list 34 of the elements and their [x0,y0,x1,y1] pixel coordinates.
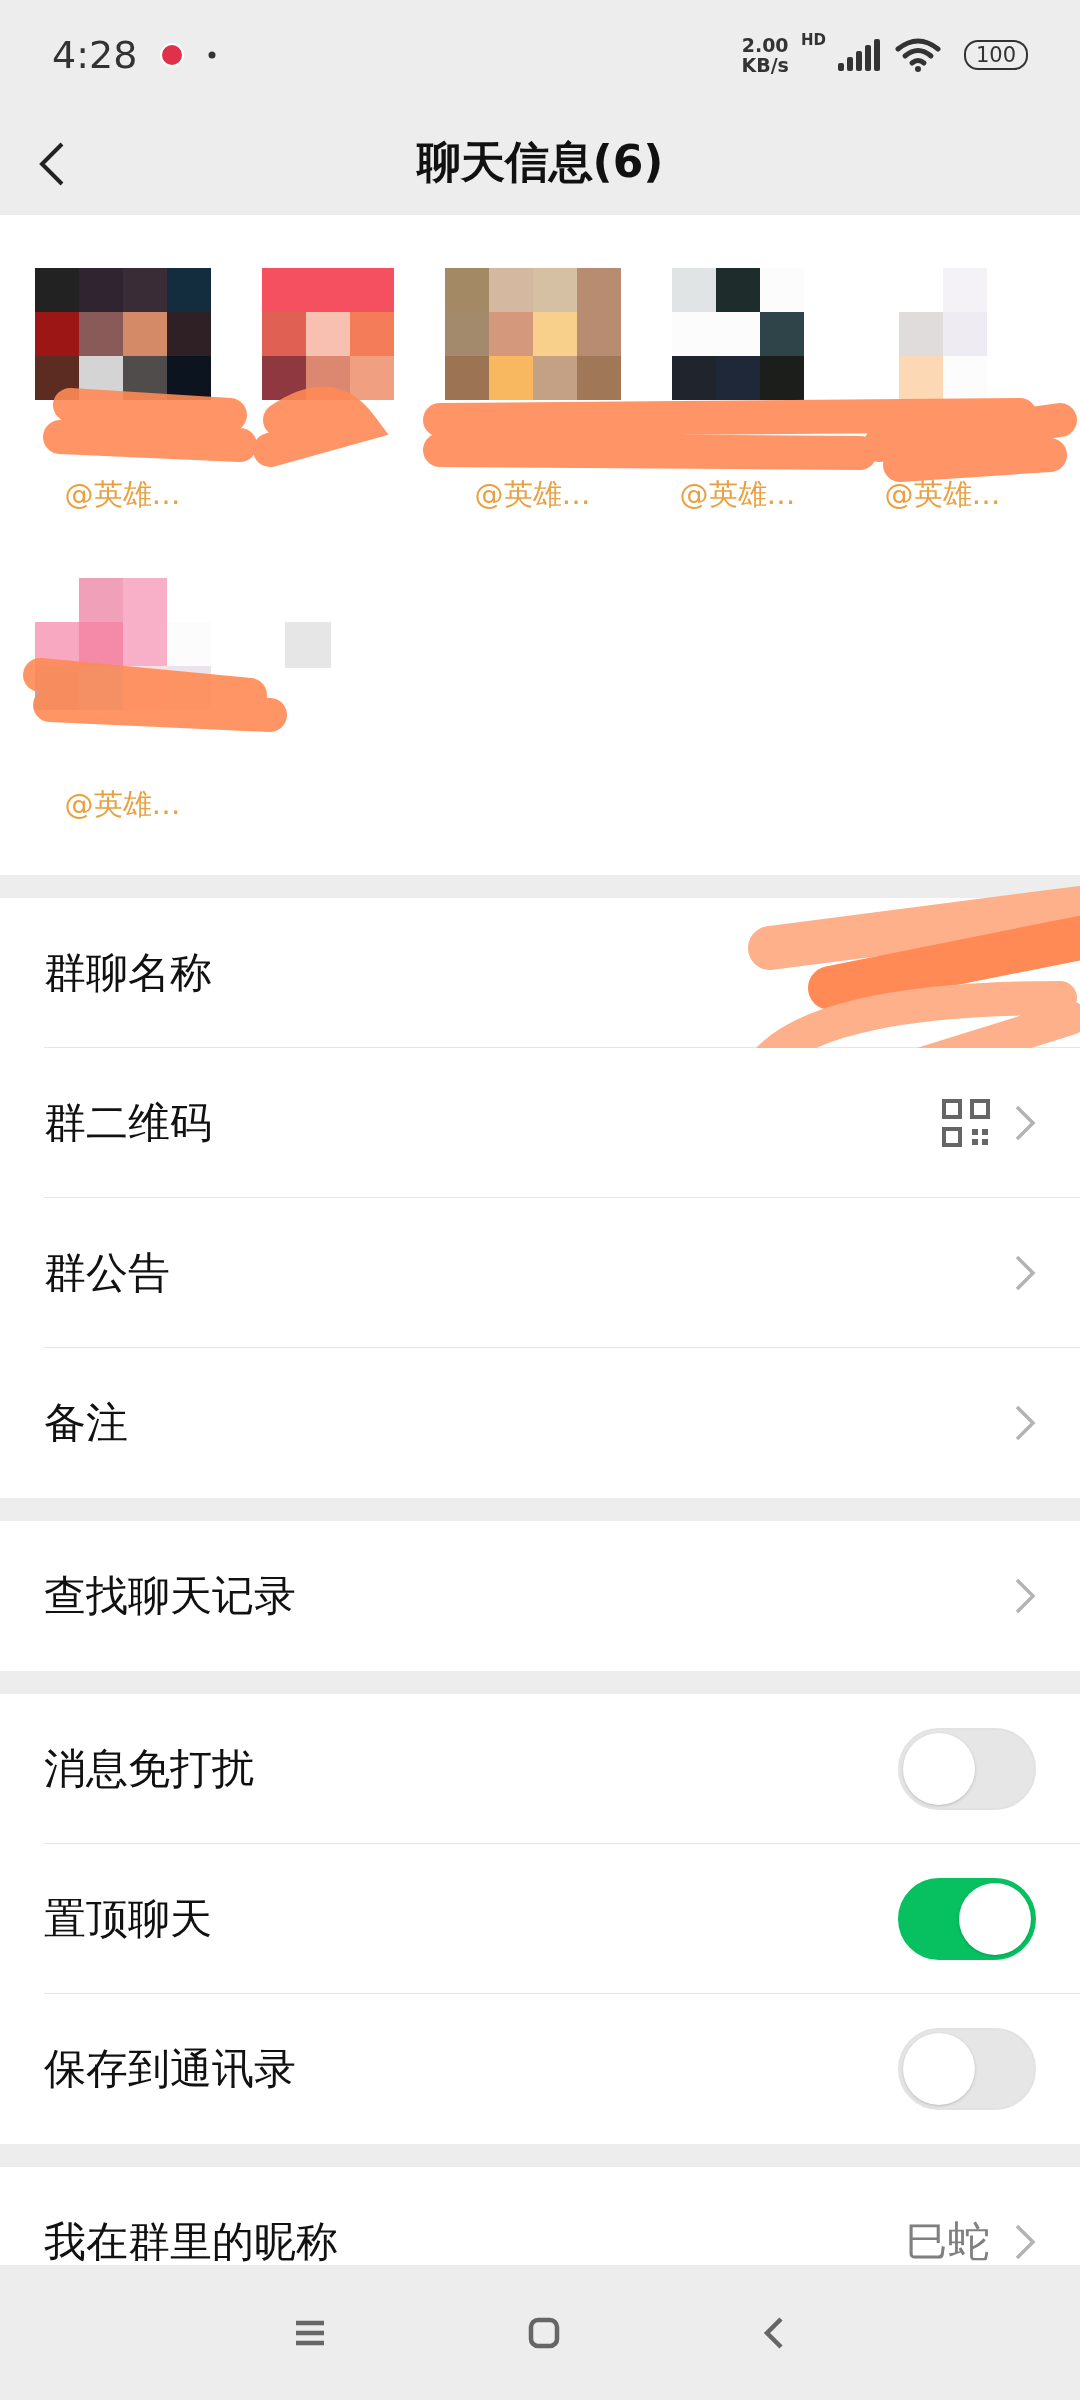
setting-label: 备注 [44,1397,129,1449]
network-speed: 2.00 [741,35,789,55]
square-icon [528,2316,560,2349]
setting-label: 群二维码 [44,1096,213,1149]
setting-label: 保存到通讯录 [44,2043,297,2095]
setting-label: 我在群里的昵称 [44,2216,339,2265]
network-type: HD [800,31,826,49]
app-notification-icon [159,42,186,68]
setting-label: 群聊名称 [44,946,213,999]
nickname-value: 巳蛇 [906,2216,990,2265]
back-icon [762,2315,786,2350]
member-tag: @英雄… [64,785,181,825]
qr-code-icon [942,1098,990,1147]
chevron-icon [1014,1253,1036,1292]
member-tag: @英雄… [884,475,1001,515]
member-tag: @英雄… [64,475,181,515]
dot-icon [207,50,218,60]
clock-time: 4:28 [52,33,138,77]
page-title: 聊天信息(6) [416,135,664,189]
chevron-icon [1014,1404,1036,1442]
chevron-icon [1014,1103,1036,1142]
setting-label: 群公告 [44,1246,171,1299]
chevron-icon [1014,1577,1036,1615]
battery-indicator: 100 [963,40,1028,70]
setting-label: 置顶聊天 [44,1892,213,1945]
wifi-icon [893,37,942,73]
member-tag: @英雄… [679,475,796,515]
setting-label: 消息免打扰 [44,1742,255,1795]
speed-unit: KB/s [741,55,789,75]
menu-icon [294,2318,326,2347]
chevron-icon [1014,2223,1036,2261]
member-tag: @英雄… [474,475,591,515]
signal-icon [837,39,882,71]
setting-label: 查找聊天记录 [44,1570,297,1622]
